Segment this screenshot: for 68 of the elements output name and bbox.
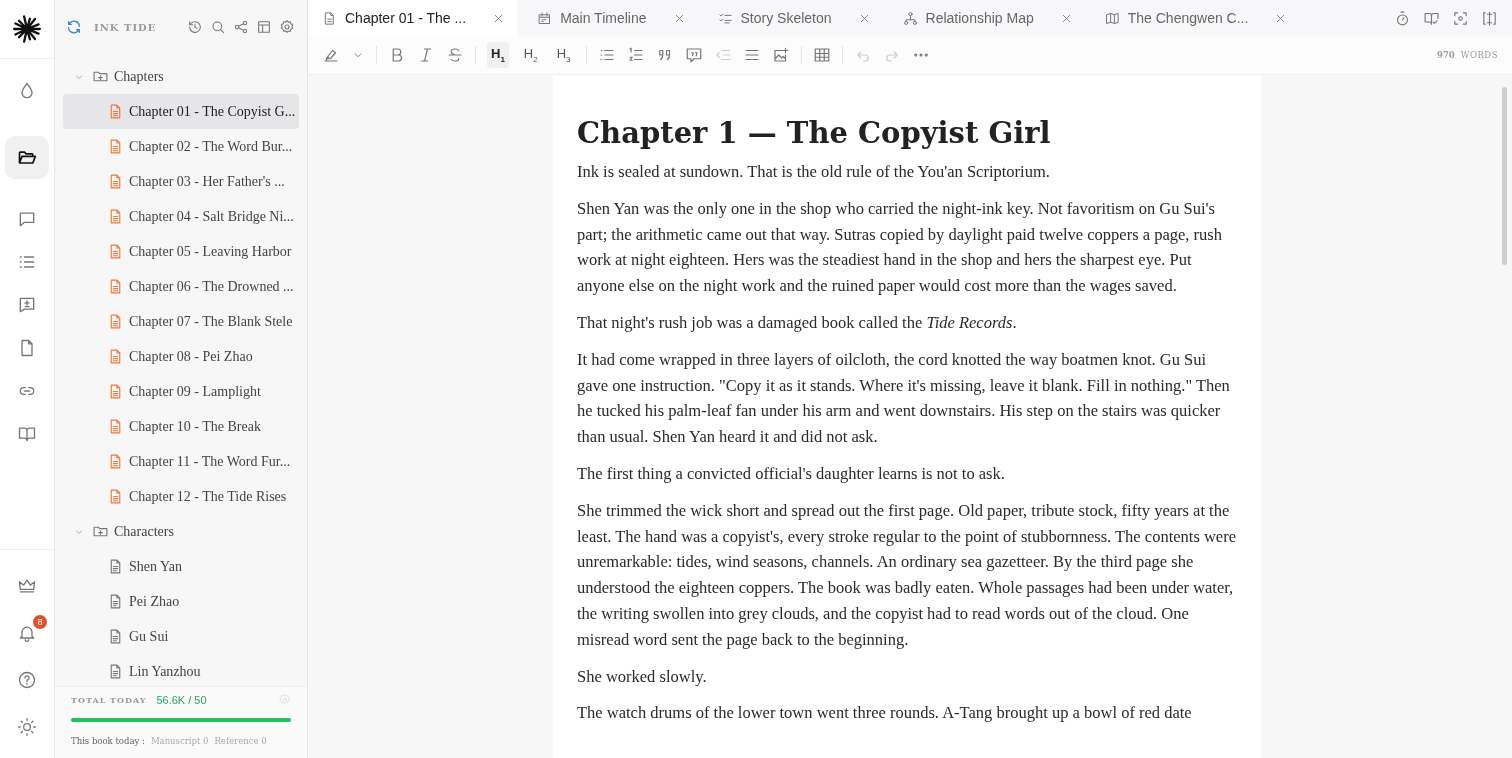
word-count-unit: WORDS <box>1460 50 1498 60</box>
tab[interactable]: Story Skeleton <box>703 0 883 36</box>
reference-count: Reference 0 <box>214 736 267 746</box>
total-today-label: TOTAL TODAY <box>71 694 147 705</box>
paragraph: That night's rush job was a damaged book called the Tide Records. <box>577 312 1018 334</box>
tree-item[interactable]: Gu Sui <box>63 619 299 654</box>
layout-icon[interactable] <box>256 19 272 35</box>
sync-icon[interactable] <box>66 19 82 35</box>
tree-item[interactable]: Chapter 05 - Leaving Harbor <box>63 234 299 269</box>
share-icon[interactable] <box>233 19 249 35</box>
book-today-label: This book today : <box>71 736 145 746</box>
tree-item[interactable]: Chapter 06 - The Drowned ... <box>63 269 299 304</box>
calendar-icon <box>537 10 553 26</box>
notification-count: 8 <box>33 615 47 629</box>
heading-button[interactable]: H$_{1}$ <box>487 42 509 68</box>
sun-icon <box>17 716 37 737</box>
manuscript-count: Manuscript 0 <box>150 736 209 746</box>
split-view-icon[interactable] <box>1481 9 1498 27</box>
document-icon <box>322 10 337 26</box>
paragraph: It had come wrapped in three layers of oilcloth, the cord knotted the way boatmen knot. Gu Sui gave one instruction. "Copy it as it stands. Where it's missing, leave it blank. Fill in nothing." Then he tucked his palm-leaf fan under his arm and went downstairs. His step on the stairs was quicker than usual. Shen Yan heard it and did not ask. <box>577 348 1231 449</box>
focus-icon[interactable] <box>1452 9 1469 27</box>
tree-item[interactable]: Chapter 07 - The Blank Stele <box>63 304 299 339</box>
paragraph: Ink is sealed at sundown. That is the old rule of the You'an Scriptorium. <box>577 161 1051 183</box>
notifications-button[interactable]: 8 <box>5 611 49 654</box>
total-today-value: 56.6K / 50 <box>156 693 207 706</box>
tree-item[interactable]: Chapter 01 - The Copyist G... <box>63 94 299 129</box>
chapter-heading: Chapter 1 — The Copyist Girl <box>577 115 1052 152</box>
help-icon <box>17 669 37 690</box>
tree-item[interactable]: Pei Zhao <box>63 584 299 619</box>
folder-item[interactable]: Chapters <box>63 59 299 94</box>
tree-item[interactable]: Chapter 08 - Pei Zhao <box>63 339 299 374</box>
word-count: 970 <box>1437 50 1455 60</box>
project-title: INK TIDE <box>94 21 157 33</box>
tree-item[interactable]: Chapter 03 - Her Father's ... <box>63 164 299 199</box>
hierarchy-icon <box>902 10 918 26</box>
scrollbar-thumb[interactable] <box>1502 87 1507 265</box>
timer-icon[interactable] <box>1394 9 1411 27</box>
tree-item[interactable]: Chapter 04 - Salt Bridge Ni... <box>63 199 299 234</box>
tab[interactable]: The Chengwen C... <box>1090 0 1300 36</box>
search-icon[interactable] <box>210 19 226 35</box>
tab[interactable]: Relationship Map <box>888 0 1085 36</box>
tree-item[interactable]: Lin Yanzhou <box>63 654 299 686</box>
numbered-list-icon[interactable] <box>626 46 645 64</box>
starburst-logo-icon <box>13 15 41 43</box>
tree-item[interactable]: Chapter 12 - The Tide Rises <box>63 479 299 514</box>
tree-item[interactable]: Chapter 02 - The Word Bur... <box>63 129 299 164</box>
tree-item[interactable]: Chapter 10 - The Break <box>63 409 299 444</box>
tree-item[interactable]: Shen Yan <box>63 549 299 584</box>
folder-button[interactable] <box>5 136 49 179</box>
tab[interactable]: Chapter 01 - The ... <box>308 0 518 36</box>
heading-button[interactable]: H$_{3}$ <box>552 42 575 68</box>
table-icon[interactable] <box>812 46 831 64</box>
tree-item[interactable]: Chapter 11 - The Word Fur... <box>63 444 299 479</box>
paragraph: The watch drums of the lower town went three rounds. A-Tang brought up a bowl of red date <box>577 702 1193 725</box>
heading-button[interactable]: H$_{2}$ <box>519 42 542 68</box>
tab[interactable]: Main Timeline <box>523 0 698 36</box>
map-icon <box>1104 10 1120 26</box>
paragraph: The first thing a convicted official's daughter learns is not to ask. <box>577 462 1006 485</box>
folder-item[interactable]: Characters <box>63 514 299 549</box>
image-icon[interactable] <box>771 46 790 64</box>
strikethrough-icon[interactable] <box>446 46 464 64</box>
paragraph: She worked slowly. <box>577 665 708 688</box>
paragraph: Shen Yan was the only one in the shop who carried the night-ink key. Not favoritism on Gu Sui's part; the arithmetic came out that way. Sutras copied by daylight paid twelve coppers a page, rush work at night eighteen. Hers was the steadiest hand in the shop and hers the sharpest eye. Put anyone else on the night work and the ruined paper would cost more than the wages saved. <box>577 197 1223 298</box>
history-icon[interactable] <box>187 19 203 35</box>
paragraph: She trimmed the wick short and spread out the first page. Old paper, tribute stock, fifty years at the least. The hand was a copyist's, every stroke regular to the point of stubbornness. The contents were unremarkable: tides, wind seasons, channels. An ordinary sea gazetteer. By the third page she understood the eighteen coppers. The book was badly eaten. Whole passages had been under water, the writing swollen into grey clouds, and the copyist had to read words out of the cloud. One misread word sent the page back to the beginning. <box>577 499 1237 651</box>
tree-item[interactable]: Chapter 09 - Lamplight <box>63 374 299 409</box>
footnote-icon[interactable] <box>684 46 703 64</box>
settings-icon[interactable] <box>279 19 295 35</box>
